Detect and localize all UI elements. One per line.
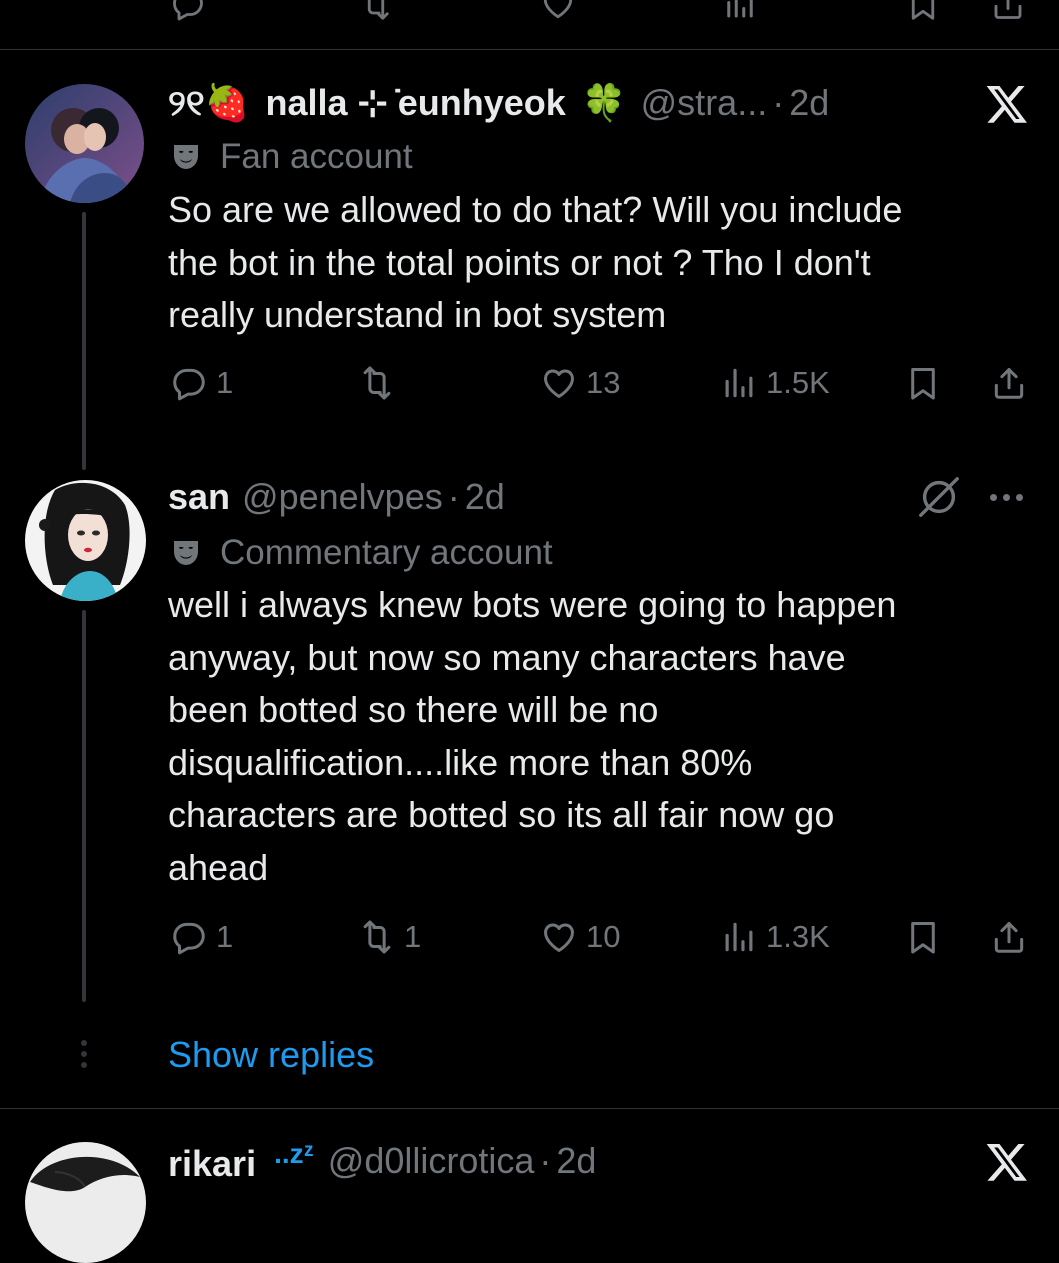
like-icon — [540, 918, 578, 956]
display-name[interactable]: ୨୧🍓 nalla ⊹ ̇eunhyeok 🍀 — [168, 82, 627, 125]
post-text-line: ahead — [168, 846, 269, 888]
x-logo-icon[interactable] — [985, 1140, 1029, 1184]
bookmark-icon[interactable] — [905, 0, 941, 22]
name-emoji-suffix: ..zᶻ — [274, 1137, 314, 1169]
like-button[interactable]: 10 — [540, 918, 620, 956]
reply-icon — [170, 364, 208, 402]
account-label: Fan account — [170, 134, 413, 180]
post-header: ୨୧🍓 nalla ⊹ ̇eunhyeok 🍀 @stra... · 2d — [168, 80, 829, 126]
avatar-couple-illustration — [25, 84, 144, 203]
views-icon — [720, 918, 758, 956]
display-name[interactable]: san — [168, 476, 230, 518]
reply-button[interactable]: 1 — [170, 364, 233, 402]
thread-line — [82, 212, 86, 470]
avatar[interactable] — [25, 1142, 146, 1263]
separator: · — [772, 82, 785, 123]
like-icon[interactable] — [540, 0, 576, 22]
handle[interactable]: @stra... — [641, 82, 768, 124]
views-button[interactable]: 1.5K — [720, 364, 830, 402]
account-label-text: Fan account — [220, 137, 413, 176]
post-text-line: been botted so there will be no — [168, 689, 659, 730]
timestamp[interactable]: 2d — [556, 1140, 596, 1182]
reply-button[interactable]: 1 — [170, 918, 233, 956]
display-name[interactable]: rikari ..zᶻ — [168, 1138, 314, 1185]
reply-icon — [170, 918, 208, 956]
avatar-sketch — [25, 1142, 146, 1263]
share-icon[interactable] — [990, 0, 1026, 22]
like-count: 10 — [586, 919, 621, 954]
divider — [0, 49, 1059, 50]
like-count: 13 — [586, 365, 621, 400]
like-icon — [540, 364, 578, 402]
account-label-text: Commentary account — [220, 533, 553, 572]
separator: · — [447, 476, 460, 517]
handle[interactable]: @penelvpes — [242, 476, 443, 518]
x-logo-icon[interactable] — [985, 82, 1029, 126]
more-icon[interactable] — [990, 494, 1023, 501]
theater-mask-icon — [170, 537, 202, 569]
views-icon[interactable] — [722, 0, 758, 22]
post-text: well i always knew bots were going to ha… — [168, 579, 1028, 894]
handle[interactable]: @d0llicrotica — [328, 1140, 535, 1182]
name-text: rikari — [168, 1142, 257, 1184]
avatar-anime-girl — [25, 480, 146, 601]
timestamp[interactable]: 2d — [789, 82, 829, 124]
bookmark-icon — [904, 364, 942, 402]
like-button[interactable]: 13 — [540, 364, 620, 402]
repost-icon — [358, 364, 396, 402]
avatar[interactable] — [25, 480, 146, 601]
post-header: san @penelvpes · 2d — [168, 474, 505, 520]
grok-icon[interactable] — [916, 474, 962, 520]
reply-count: 1 — [216, 919, 234, 954]
bookmark-button[interactable] — [904, 918, 942, 956]
views-count: 1.3K — [766, 919, 830, 954]
share-icon — [990, 918, 1028, 956]
divider — [0, 1108, 1059, 1109]
name-emoji-prefix: ୨୧🍓 — [168, 81, 250, 123]
reply-icon[interactable] — [170, 0, 206, 22]
post-header: rikari ..zᶻ @d0llicrotica · 2d — [168, 1138, 596, 1184]
repost-icon — [358, 918, 396, 956]
repost-button[interactable] — [358, 364, 404, 402]
reply-count: 1 — [216, 365, 234, 400]
repost-button[interactable]: 1 — [358, 918, 421, 956]
post-text-line: disqualification....like more than 80% — [168, 741, 753, 783]
post-text-line: really understand in bot system — [168, 294, 667, 335]
timestamp[interactable]: 2d — [465, 476, 505, 518]
thread-line — [82, 610, 86, 1002]
bookmark-button[interactable] — [904, 364, 942, 402]
show-replies-link[interactable]: Show replies — [168, 1034, 374, 1076]
repost-icon[interactable] — [358, 0, 394, 22]
separator: · — [539, 1140, 552, 1181]
post-text-line: well i always knew bots were going to ha… — [168, 584, 897, 625]
views-button[interactable]: 1.3K — [720, 918, 830, 956]
share-button[interactable] — [990, 364, 1028, 402]
post-text-line: anyway, but now so many characters have — [168, 636, 846, 678]
account-label: Commentary account — [170, 530, 553, 576]
views-icon — [720, 364, 758, 402]
post-text: So are we allowed to do that? Will you i… — [168, 184, 1028, 342]
share-button[interactable] — [990, 918, 1028, 956]
post-text-line: the bot in the total points or not ? Tho… — [168, 241, 871, 283]
name-emoji-suffix: 🍀 — [581, 81, 627, 123]
name-text: nalla ⊹ ̇eunhyeok — [265, 81, 566, 123]
bookmark-icon — [904, 918, 942, 956]
avatar[interactable] — [25, 84, 144, 203]
thread-dots — [81, 1040, 87, 1068]
previous-post-actions — [0, 0, 1059, 22]
share-icon — [990, 364, 1028, 402]
post-text-line: characters are botted so its all fair no… — [168, 794, 835, 835]
views-count: 1.5K — [766, 365, 830, 400]
post-text-line: So are we allowed to do that? Will you i… — [168, 189, 903, 230]
theater-mask-icon — [170, 141, 202, 173]
repost-count: 1 — [404, 919, 422, 954]
